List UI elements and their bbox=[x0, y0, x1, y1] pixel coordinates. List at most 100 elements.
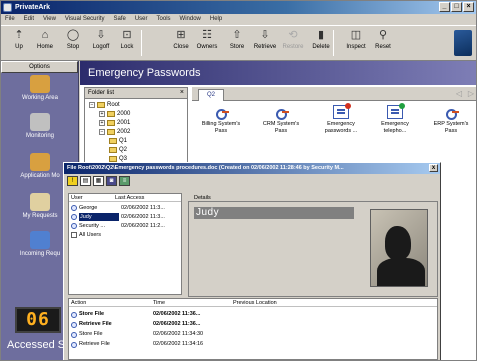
log-time: 02/06/2002 11:34:30 bbox=[153, 331, 204, 337]
menu-safe[interactable]: Safe bbox=[114, 14, 126, 25]
maximize-button[interactable]: □ bbox=[451, 2, 462, 12]
col-time[interactable]: Time bbox=[153, 299, 165, 307]
log-user-icon bbox=[71, 341, 77, 348]
sidebar-item-label: Application Mo bbox=[20, 173, 60, 179]
reset-icon: ⚲ bbox=[378, 29, 388, 41]
log-row[interactable]: Retrieve File 02/06/2002 11:36... bbox=[71, 320, 437, 329]
owners-button[interactable]: ☷ Owners bbox=[191, 28, 223, 58]
file-name-line2: passwords ... bbox=[324, 128, 358, 134]
menu-tools[interactable]: Tools bbox=[157, 14, 171, 25]
expand-toggle-icon[interactable]: − bbox=[99, 129, 105, 135]
delete-button[interactable]: ▮ Delete bbox=[305, 28, 337, 58]
user-row[interactable]: Security ... 02/06/2002 11:2... bbox=[71, 222, 165, 230]
log-time: 02/06/2002 11:36... bbox=[153, 311, 201, 317]
tab-row: Q2 ◁ ▷ bbox=[192, 87, 476, 101]
dialog-close-button[interactable]: x bbox=[429, 164, 438, 172]
user-name: Security ... bbox=[79, 223, 105, 229]
menu-visual-security[interactable]: Visual Security bbox=[65, 14, 105, 25]
home-label: Home bbox=[36, 44, 53, 50]
folder-icon bbox=[109, 138, 117, 144]
expand-toggle-icon[interactable]: + bbox=[99, 120, 105, 126]
close-safe-icon: ⊞ bbox=[176, 29, 186, 41]
menu-user[interactable]: User bbox=[135, 14, 148, 25]
file-name-line1: Billing System's bbox=[201, 121, 241, 127]
menu-view[interactable]: View bbox=[43, 14, 56, 25]
col-last-access[interactable]: Last Access bbox=[115, 194, 144, 202]
sidebar-icon bbox=[30, 75, 50, 93]
tab-q2[interactable]: Q2 bbox=[198, 89, 224, 101]
tree-node-label: Q2 bbox=[119, 147, 128, 153]
folder-list-title: Folder list bbox=[88, 90, 115, 96]
col-user[interactable]: User bbox=[71, 194, 83, 202]
user-icon bbox=[71, 205, 77, 211]
folder-list-close-button[interactable]: × bbox=[180, 88, 184, 98]
safe-counter: 06 bbox=[15, 307, 61, 333]
tab-scroll-left-icon[interactable]: ◁ bbox=[454, 89, 464, 99]
options-header[interactable]: Options bbox=[1, 61, 78, 73]
sidebar-item-working-area[interactable]: Working Area bbox=[1, 75, 79, 101]
user-row[interactable]: George 02/06/2002 11:3... bbox=[71, 204, 165, 212]
menu-bar: File Edit View Visual Security Safe User Tools… bbox=[1, 14, 476, 25]
tree-node-q2[interactable]: Q2 bbox=[109, 147, 127, 153]
tree-node-2000[interactable]: +2000 bbox=[99, 111, 130, 117]
log-header: Action Time Previous Location bbox=[69, 299, 437, 307]
users-list-header: User Last Access bbox=[69, 194, 181, 202]
menu-help[interactable]: Help bbox=[210, 14, 222, 25]
menu-edit[interactable]: Edit bbox=[24, 14, 34, 25]
minimize-button[interactable]: _ bbox=[439, 2, 450, 12]
file-item[interactable]: Billing System's Pass bbox=[196, 105, 246, 135]
lock-button[interactable]: ⊡ Lock bbox=[111, 28, 143, 58]
log-row[interactable]: Retrieve File 02/06/2002 11:34:16 bbox=[71, 340, 437, 349]
col-previous-location[interactable]: Previous Location bbox=[233, 299, 277, 307]
user-icon bbox=[71, 223, 77, 229]
log-action: Retrieve File bbox=[71, 320, 112, 329]
expand-toggle-icon[interactable]: + bbox=[99, 111, 105, 117]
log-action: Retrieve File bbox=[71, 340, 110, 349]
tree-node-2002[interactable]: − 2002 bbox=[99, 129, 130, 135]
user-name: All Users bbox=[79, 232, 102, 238]
file-name-line2: Pass bbox=[444, 128, 458, 134]
view-details-icon[interactable]: ▦ bbox=[93, 176, 104, 186]
password-key-icon bbox=[273, 105, 289, 120]
tab-scroll-right-icon[interactable]: ▷ bbox=[466, 89, 476, 99]
user-row[interactable]: Judy 02/06/2002 11:3... bbox=[71, 213, 165, 221]
log-action-text: Store File bbox=[79, 311, 105, 317]
history-view-icon[interactable]: ≡ bbox=[119, 176, 130, 186]
users-view-icon[interactable]: ◙ bbox=[106, 176, 117, 186]
tree-node-root[interactable]: − Root bbox=[89, 102, 120, 108]
log-user-icon bbox=[71, 331, 77, 338]
tree-node-q1[interactable]: Q1 bbox=[109, 138, 127, 144]
log-row[interactable]: Store File 02/06/2002 11:36... bbox=[71, 310, 437, 319]
tree-node-2001[interactable]: +2001 bbox=[99, 120, 130, 126]
log-action: Store File bbox=[71, 310, 104, 319]
reset-button[interactable]: ⚲ Reset bbox=[367, 28, 399, 58]
toolbar: ⇡ Up ⌂ Home ◯ Stop ⇩ Logoff ⊡ Lock ⊞ Close ☷ Owners ⇧ S… bbox=[1, 25, 476, 61]
sidebar-item-label: Monitoring bbox=[25, 133, 54, 139]
silhouette-body bbox=[377, 258, 425, 286]
log-row[interactable]: Store File 02/06/2002 11:34:30 bbox=[71, 330, 437, 339]
warning-icon[interactable]: ! bbox=[67, 176, 78, 186]
details-user-name: Judy bbox=[194, 207, 354, 219]
file-item[interactable]: Emergency passwords ... bbox=[316, 103, 366, 135]
file-item[interactable]: CRM System's Pass bbox=[256, 105, 306, 135]
menu-window[interactable]: Window bbox=[180, 14, 201, 25]
menu-file[interactable]: File bbox=[5, 14, 15, 25]
dialog-title: File Root\2002\Q2\Emergency passwords pr… bbox=[67, 165, 344, 171]
accessed-label: Accessed S bbox=[7, 339, 66, 351]
file-item[interactable]: Emergency telepho... bbox=[370, 103, 420, 135]
view-list-icon[interactable]: ▤ bbox=[80, 176, 91, 186]
sidebar-item-monitoring[interactable]: Monitoring bbox=[1, 113, 79, 139]
user-row[interactable]: All Users bbox=[71, 231, 121, 239]
sidebar-item-label: Working Area bbox=[22, 95, 58, 101]
expand-toggle-icon[interactable]: − bbox=[89, 102, 95, 108]
sidebar-icon bbox=[30, 113, 50, 131]
title-bar: PrivateArk _ □ × bbox=[1, 1, 476, 14]
details-label: Details bbox=[192, 195, 213, 201]
tree-node-label: Root bbox=[107, 102, 120, 108]
col-action[interactable]: Action bbox=[71, 299, 86, 307]
sidebar-item-label: My Requests bbox=[22, 213, 58, 219]
folder-icon bbox=[97, 102, 105, 108]
file-item[interactable]: ERP System's Pass bbox=[426, 105, 476, 135]
close-window-button[interactable]: × bbox=[463, 2, 474, 12]
file-details-dialog: File Root\2002\Q2\Emergency passwords pr… bbox=[63, 162, 441, 360]
